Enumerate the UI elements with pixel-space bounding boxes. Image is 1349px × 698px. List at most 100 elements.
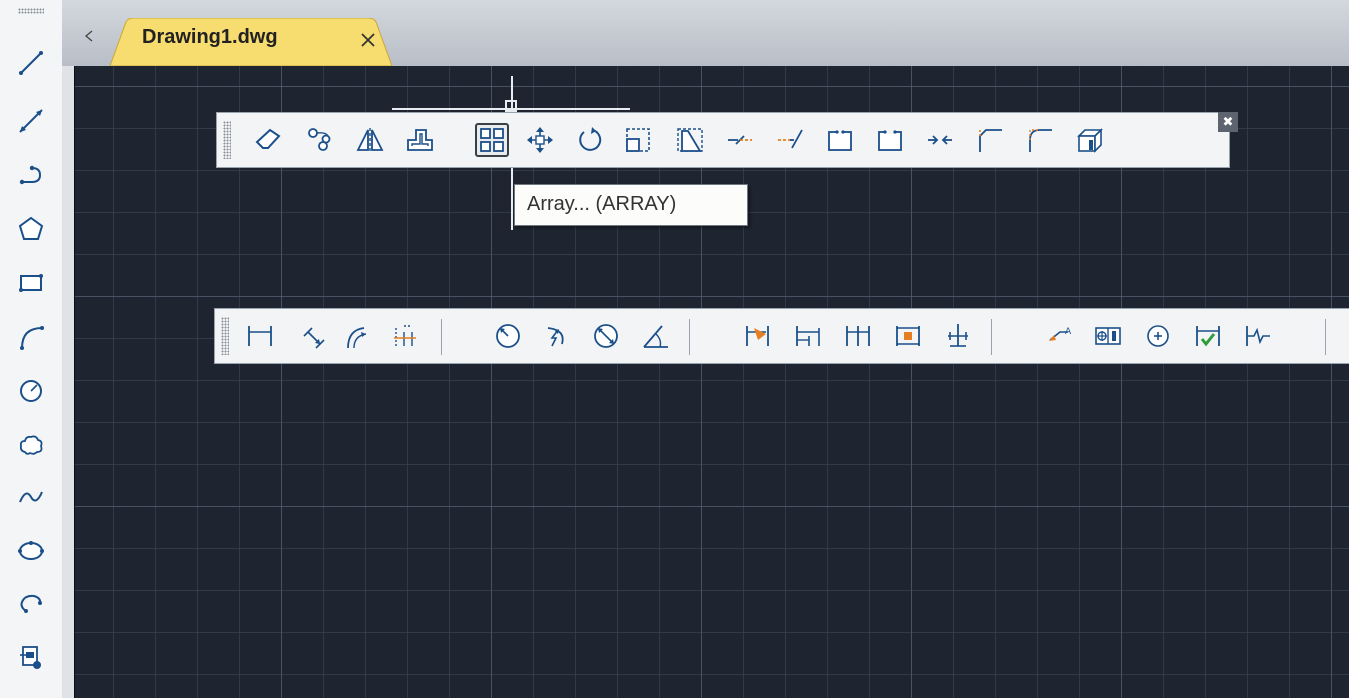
diameter-dimension-button[interactable] (589, 319, 623, 353)
mirror-button[interactable] (353, 123, 387, 157)
extend-icon (778, 129, 803, 149)
copy-icon (308, 128, 331, 151)
polyline-button[interactable] (14, 158, 48, 192)
ellipse-button[interactable] (14, 534, 48, 568)
arc-length-icon (347, 327, 367, 349)
rotate-icon (579, 127, 602, 151)
polygon-icon (18, 216, 44, 240)
array-button[interactable] (475, 123, 509, 157)
toolbar-grip[interactable] (18, 8, 44, 14)
construction-line-button[interactable] (14, 104, 48, 138)
offset-button[interactable] (403, 123, 437, 157)
arc-icon (20, 326, 44, 350)
array-tooltip: Array... (ARRAY) (514, 184, 748, 226)
continue-dimension-button[interactable] (841, 319, 875, 353)
fillet-icon (1029, 129, 1052, 152)
polygon-button[interactable] (14, 212, 48, 246)
quick-dimension-button[interactable] (741, 319, 775, 353)
move-button[interactable] (523, 123, 557, 157)
close-toolbar-button[interactable]: ✖ (1218, 112, 1238, 132)
toolbar-grip[interactable] (223, 121, 231, 159)
toolbar-separator (689, 319, 690, 355)
ellipse-arc-button[interactable] (14, 586, 48, 620)
jogged-dimension-icon (547, 327, 564, 347)
array-icon (480, 128, 504, 152)
inspection-button[interactable] (1191, 319, 1225, 353)
jogged-dimension-button[interactable] (539, 319, 573, 353)
insert-block-button[interactable] (14, 640, 48, 674)
ellipse-icon (18, 541, 44, 560)
toolbar-separator (991, 319, 992, 355)
rotate-button[interactable] (573, 123, 607, 157)
line-button[interactable] (14, 46, 48, 80)
toolbar-grip[interactable] (221, 317, 229, 355)
dimension-toolbar: A (214, 308, 1349, 364)
rectangle-button[interactable] (14, 266, 48, 300)
leader-button[interactable]: A (1043, 319, 1077, 353)
spline-button[interactable] (14, 480, 48, 514)
linear-dimension-icon (248, 326, 272, 346)
leader-icon: A (1049, 327, 1072, 341)
toolbar-separator (1325, 319, 1326, 355)
revision-cloud-button[interactable] (14, 428, 48, 462)
dimension-space-button[interactable] (891, 319, 925, 353)
dimension-break-icon (948, 324, 968, 347)
inspection-icon (1196, 326, 1220, 347)
circle-icon (20, 380, 42, 402)
explode-button[interactable] (1073, 123, 1107, 157)
copy-button[interactable] (303, 123, 337, 157)
center-mark-icon (1147, 325, 1169, 347)
offset-icon (407, 129, 433, 151)
ordinate-dimension-icon (394, 325, 416, 346)
line-icon (19, 51, 43, 75)
modify-toolbar (216, 112, 1230, 168)
chamfer-icon (979, 129, 1002, 152)
polyline-icon (19, 165, 42, 185)
spline-icon (19, 491, 43, 503)
ellipse-arc-icon (20, 594, 42, 613)
jogged-linear-button[interactable] (1241, 319, 1275, 353)
close-tab-icon[interactable] (358, 30, 378, 50)
fillet-button[interactable] (1023, 123, 1057, 157)
scale-icon (626, 128, 650, 152)
circle-button[interactable] (14, 374, 48, 408)
draw-toolbar (0, 0, 62, 698)
continue-dimension-icon (846, 326, 870, 346)
linear-dimension-button[interactable] (243, 319, 277, 353)
angular-dimension-button[interactable] (639, 319, 673, 353)
toolbar-separator (441, 319, 442, 355)
extend-button[interactable] (773, 123, 807, 157)
stretch-button[interactable] (673, 123, 707, 157)
scale-button[interactable] (621, 123, 655, 157)
arc-button[interactable] (14, 320, 48, 354)
tab-drawing1[interactable]: Drawing1.dwg (110, 18, 400, 66)
radius-dimension-button[interactable] (491, 319, 525, 353)
trim-button[interactable] (723, 123, 757, 157)
aligned-dimension-button[interactable] (297, 319, 331, 353)
tolerance-icon (1095, 327, 1121, 345)
erase-button[interactable] (251, 123, 285, 157)
break-at-point-icon (828, 129, 852, 151)
mirror-icon (356, 128, 384, 152)
dimension-space-icon (896, 326, 920, 346)
break-button[interactable] (873, 123, 907, 157)
angular-dimension-icon (643, 325, 668, 348)
break-at-point-button[interactable] (823, 123, 857, 157)
arc-length-button[interactable] (341, 319, 375, 353)
dimension-break-button[interactable] (941, 319, 975, 353)
scroll-left-icon[interactable] (84, 30, 94, 42)
break-icon (878, 129, 902, 151)
center-mark-button[interactable] (1141, 319, 1175, 353)
chamfer-button[interactable] (973, 123, 1007, 157)
join-button[interactable] (923, 123, 957, 157)
baseline-dimension-button[interactable] (791, 319, 825, 353)
svg-text:A: A (1065, 327, 1072, 337)
tab-title: Drawing1.dwg (142, 26, 278, 48)
insert-block-icon (20, 646, 41, 669)
tolerance-button[interactable] (1091, 319, 1125, 353)
construction-line-icon (19, 109, 43, 133)
trim-icon (728, 135, 752, 145)
join-icon (928, 135, 952, 145)
quick-dimension-icon (746, 326, 769, 346)
ordinate-dimension-button[interactable] (387, 319, 421, 353)
